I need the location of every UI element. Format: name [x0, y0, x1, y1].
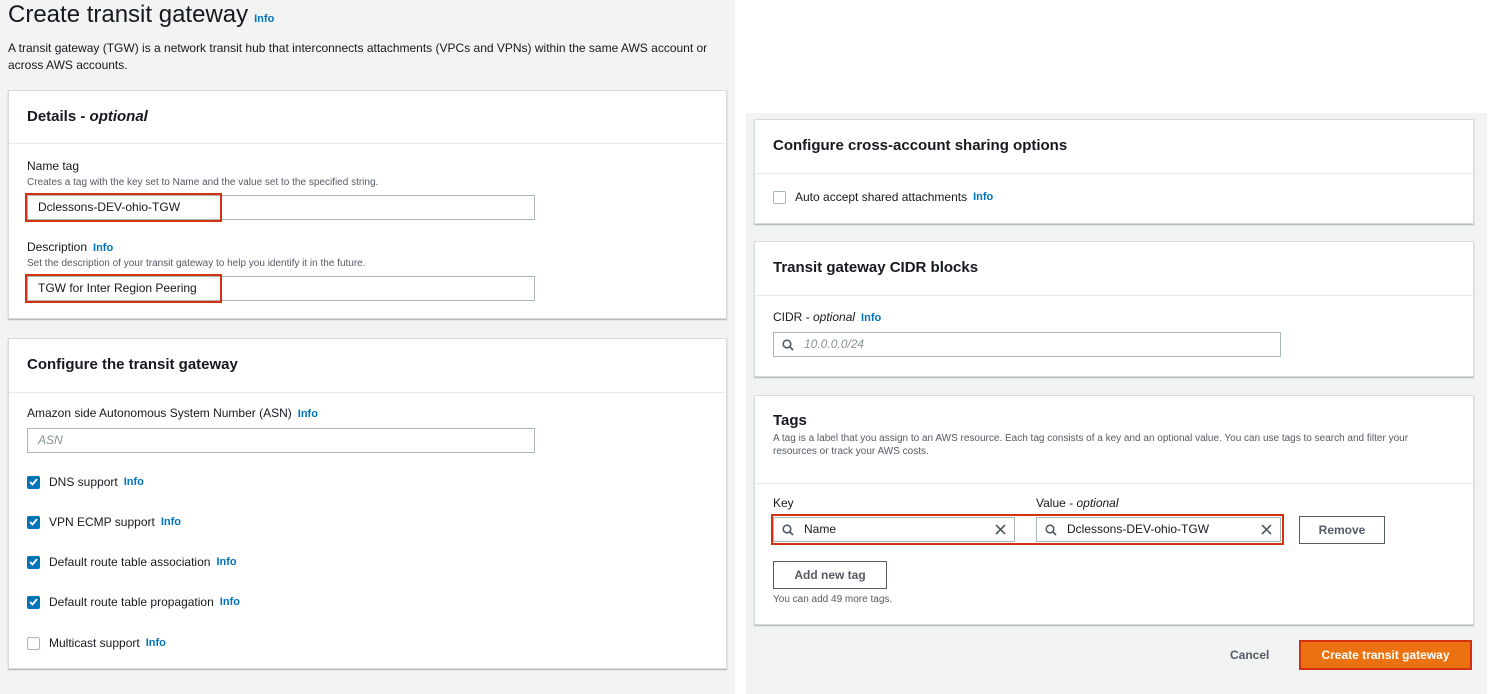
- auto-accept-checkbox[interactable]: [773, 190, 786, 204]
- page-title: Create transit gateway Info: [8, 1, 275, 28]
- cancel-button[interactable]: Cancel: [1230, 648, 1269, 662]
- name-tag-description: Creates a tag with the key set to Name a…: [27, 177, 379, 188]
- cidr-info-link[interactable]: Info: [861, 312, 881, 324]
- remove-tag-button[interactable]: Remove: [1299, 516, 1385, 544]
- description-info-link[interactable]: Info: [93, 242, 113, 254]
- tag-row-highlight: [771, 514, 1284, 545]
- create-transit-gateway-button[interactable]: Create transit gateway: [1299, 640, 1472, 670]
- name-tag-highlight: [25, 193, 222, 222]
- tags-card: Tags A tag is a label that you assign to…: [754, 395, 1474, 625]
- tags-title: Tags: [773, 412, 807, 429]
- cidr-label: CIDR - optional Info: [773, 310, 882, 324]
- dns-support-option[interactable]: DNS support Info: [27, 475, 144, 489]
- details-header: Details - optional: [9, 91, 726, 144]
- configure-card: Configure the transit gateway Amazon sid…: [8, 338, 727, 669]
- tags-description: A tag is a label that you assign to an A…: [773, 433, 1409, 457]
- cidr-header: Transit gateway CIDR blocks: [755, 242, 1473, 296]
- description-help: Set the description of your transit gate…: [27, 258, 366, 269]
- auto-accept-option[interactable]: Auto accept shared attachments Info: [773, 190, 993, 204]
- right-panel: Configure cross-account sharing options …: [746, 113, 1487, 694]
- multicast-info-link[interactable]: Info: [146, 637, 166, 649]
- title-info-link[interactable]: Info: [254, 13, 274, 25]
- asn-input[interactable]: ASN: [27, 428, 535, 453]
- rt-propagation-checkbox[interactable]: [27, 595, 40, 609]
- multicast-option[interactable]: Multicast support Info: [27, 636, 166, 650]
- rt-association-checkbox[interactable]: [27, 555, 40, 569]
- rt-association-option[interactable]: Default route table association Info: [27, 555, 237, 569]
- vpn-ecmp-option[interactable]: VPN ECMP support Info: [27, 515, 181, 529]
- configure-header: Configure the transit gateway: [9, 339, 726, 393]
- asn-label: Amazon side Autonomous System Number (AS…: [27, 406, 318, 420]
- left-panel: Create transit gateway Info A transit gat…: [0, 0, 735, 694]
- asn-info-link[interactable]: Info: [298, 408, 318, 420]
- vpn-ecmp-checkbox[interactable]: [27, 515, 40, 529]
- tag-value-label: Value - optional: [1036, 496, 1119, 510]
- rt-propagation-info-link[interactable]: Info: [220, 596, 240, 608]
- sharing-header: Configure cross-account sharing options: [755, 120, 1473, 174]
- rt-association-info-link[interactable]: Info: [216, 556, 236, 568]
- tag-key-label: Key: [773, 496, 794, 510]
- dns-support-checkbox[interactable]: [27, 475, 40, 489]
- multicast-checkbox[interactable]: [27, 636, 40, 650]
- dns-support-info-link[interactable]: Info: [124, 476, 144, 488]
- tags-header-section: Tags A tag is a label that you assign to…: [755, 396, 1473, 484]
- add-new-tag-button[interactable]: Add new tag: [773, 561, 887, 589]
- description-highlight: [25, 274, 222, 303]
- auto-accept-info-link[interactable]: Info: [973, 191, 993, 203]
- rt-propagation-option[interactable]: Default route table propagation Info: [27, 595, 240, 609]
- details-card: Details - optional Name tag Creates a ta…: [8, 90, 727, 319]
- page-description: A transit gateway (TGW) is a network tra…: [8, 41, 708, 72]
- vpn-ecmp-info-link[interactable]: Info: [161, 516, 181, 528]
- cidr-input[interactable]: 10.0.0.0/24: [773, 332, 1281, 357]
- tags-remaining-text: You can add 49 more tags.: [773, 594, 893, 605]
- sharing-card: Configure cross-account sharing options …: [754, 119, 1474, 224]
- search-icon: [782, 338, 794, 351]
- cidr-card: Transit gateway CIDR blocks CIDR - optio…: [754, 241, 1474, 377]
- description-label: Description Info: [27, 240, 114, 254]
- name-tag-label: Name tag: [27, 159, 80, 173]
